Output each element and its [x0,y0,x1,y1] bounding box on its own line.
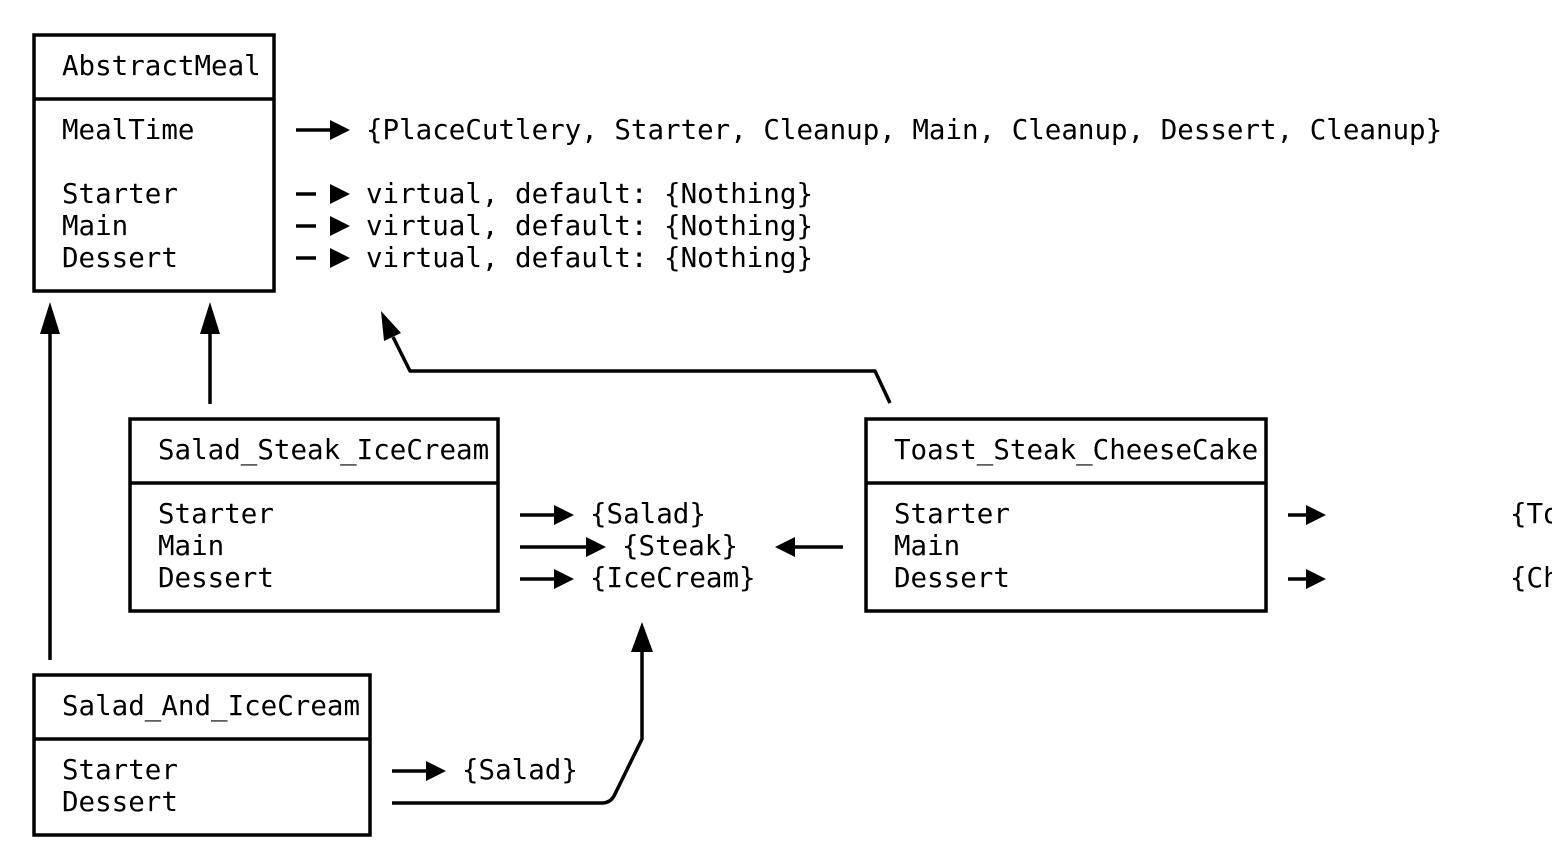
member-dessert: Dessert [894,562,1010,594]
member-mealtime: MealTime [62,114,194,146]
inheritance-arrows [40,302,892,660]
salad-steak-icecream-values: {Salad} {Steak} {IceCream} [520,498,756,594]
value-starter: virtual, default: {Nothing} [366,178,813,210]
arrowhead [330,184,350,204]
class-name: Toast_Steak_CheeseCake [894,434,1258,467]
salad-and-icecream-values: {Salad} [392,622,653,805]
value-steak: {Steak} [622,530,738,562]
member-main: Main [62,210,128,242]
arrowhead [200,302,220,334]
class-name: Salad_And_IceCream [62,690,360,723]
member-main: Main [158,530,224,562]
member-starter: Starter [62,754,178,786]
toast-steak-cheesecake-values: {Toast} {CheeseCake [775,498,1552,594]
arrowhead [426,761,446,781]
class-box-toast-steak-cheesecake: Toast_Steak_CheeseCake Starter Main Dess… [864,417,1268,613]
value-cheesecake: {CheeseCake [1510,562,1552,594]
member-dessert: Dessert [158,562,274,594]
value-icecream: {IceCream} [590,562,756,594]
value-salad: {Salad} [462,754,578,786]
member-dessert: Dessert [62,242,178,274]
class-box-abstract-meal: AbstractMeal MealTime Starter Main Desse… [32,33,276,293]
arrowhead [631,622,653,652]
arrowhead [40,302,60,334]
arrowhead [330,216,350,236]
class-box-salad-and-icecream: Salad_And_IceCream Starter Dessert [32,673,372,837]
class-name: Salad_Steak_IceCream [158,434,489,467]
arrowhead [1306,569,1326,589]
value-salad: {Salad} [590,498,706,530]
abstract-meal-values: {PlaceCutlery, Starter, Cleanup, Main, C… [296,114,1442,274]
arrowhead [381,311,401,341]
member-main: Main [894,530,960,562]
member-starter: Starter [62,178,178,210]
member-starter: Starter [894,498,1010,530]
arrowhead [586,537,606,557]
value-main: virtual, default: {Nothing} [366,210,813,242]
value-dessert: virtual, default: {Nothing} [366,242,813,274]
arrowhead [775,537,795,557]
class-diagram: AbstractMeal MealTime Starter Main Desse… [32,33,1552,837]
arrowhead [330,120,350,140]
arrowhead [330,248,350,268]
value-toast: {Toast} [1510,498,1552,530]
class-box-salad-steak-icecream: Salad_Steak_IceCream Starter Main Desser… [128,417,500,613]
arrowhead [554,569,574,589]
arrowhead [1306,505,1326,525]
class-name: AbstractMeal [62,50,261,82]
member-starter: Starter [158,498,274,530]
value-mealtime: {PlaceCutlery, Starter, Cleanup, Main, C… [366,114,1442,146]
member-dessert: Dessert [62,786,178,818]
arrowhead [554,505,574,525]
inherit-toast-steak-cheesecake [391,336,892,404]
